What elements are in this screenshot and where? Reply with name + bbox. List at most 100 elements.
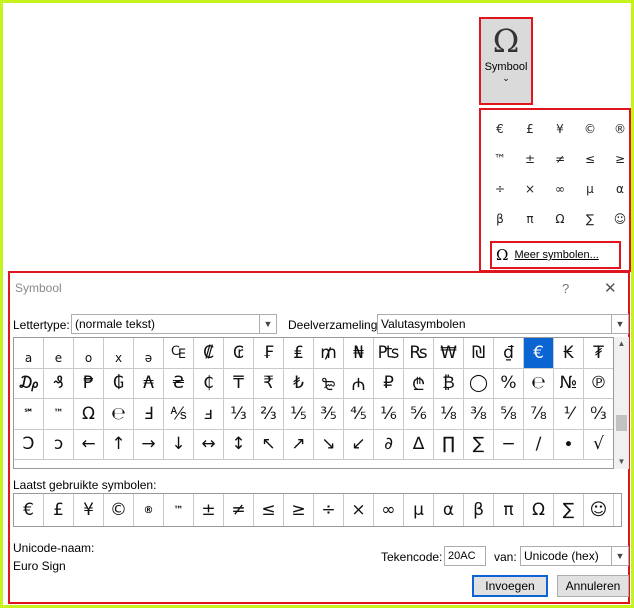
font-select[interactable]: (normale tekst) ▼ <box>71 314 277 334</box>
symbol-cell[interactable]: ₸ <box>224 368 254 399</box>
symbol-cell[interactable]: ₥ <box>314 338 344 369</box>
recent-symbol-cell[interactable]: © <box>104 494 134 526</box>
symbol-cell[interactable]: ⅗ <box>314 399 344 430</box>
symbol-cell[interactable]: ₮ <box>584 338 613 369</box>
gallery-symbol[interactable]: © <box>575 114 605 144</box>
symbol-cell[interactable]: a <box>14 338 44 369</box>
recent-symbol-cell[interactable]: ☺ <box>584 494 614 526</box>
symbol-cell[interactable]: ↙ <box>344 429 374 460</box>
symbol-cell[interactable]: ℮ <box>104 399 134 430</box>
symbol-cell[interactable]: ₿ <box>434 368 464 399</box>
gallery-symbol[interactable]: ¥ <box>545 114 575 144</box>
gallery-symbol[interactable]: £ <box>515 114 545 144</box>
symbol-cell[interactable]: ⅎ <box>194 399 224 430</box>
recent-symbol-cell[interactable]: α <box>434 494 464 526</box>
symbol-cell[interactable]: ⅜ <box>464 399 494 430</box>
recent-symbol-cell[interactable]: ≠ <box>224 494 254 526</box>
symbol-cell[interactable]: ₫ <box>494 338 524 369</box>
symbol-cell[interactable]: ⅚ <box>404 399 434 430</box>
gallery-symbol[interactable]: β <box>485 204 515 234</box>
symbol-cell[interactable]: ₲ <box>104 368 134 399</box>
symbol-cell[interactable]: ₱ <box>74 368 104 399</box>
symbol-cell[interactable]: ⅟ <box>554 399 584 430</box>
symbol-cell[interactable]: ↔ <box>194 429 224 460</box>
symbol-cell[interactable]: % <box>494 368 524 399</box>
symbol-cell[interactable]: ₧ <box>374 338 404 369</box>
symbol-cell[interactable]: ₣ <box>254 338 284 369</box>
gallery-symbol[interactable]: µ <box>575 174 605 204</box>
symbol-ribbon-button[interactable]: Ω Symbool ⌄ <box>479 17 533 105</box>
recent-symbol-cell[interactable]: ≥ <box>284 494 314 526</box>
symbol-cell[interactable]: Ↄ <box>14 429 44 460</box>
gallery-symbol[interactable]: α <box>605 174 634 204</box>
symbol-cell[interactable]: → <box>134 429 164 460</box>
cancel-button[interactable]: Annuleren <box>557 575 629 597</box>
symbol-cell[interactable]: ₯ <box>14 368 44 399</box>
close-icon[interactable]: ✕ <box>604 279 617 297</box>
symbol-cell[interactable]: ⅙ <box>374 399 404 430</box>
symbol-cell[interactable]: ₡ <box>194 338 224 369</box>
symbol-cell[interactable]: ⅝ <box>494 399 524 430</box>
symbol-cell[interactable]: ⅕ <box>284 399 314 430</box>
recent-symbol-cell[interactable]: ∑ <box>554 494 584 526</box>
symbol-cell[interactable]: ₢ <box>224 338 254 369</box>
recent-symbol-cell[interactable]: ™ <box>164 494 194 526</box>
gallery-symbol[interactable]: ÷ <box>485 174 515 204</box>
symbol-cell[interactable]: ₪ <box>464 338 494 369</box>
gallery-symbol[interactable]: Ω <box>545 204 575 234</box>
symbol-cell[interactable]: ₨ <box>404 338 434 369</box>
symbol-cell[interactable]: ∕ <box>524 429 554 460</box>
symbol-cell[interactable]: ⅞ <box>524 399 554 430</box>
symbol-cell[interactable]: Ω <box>74 399 104 430</box>
help-icon[interactable]: ? <box>562 281 569 296</box>
symbol-cell[interactable]: ₹ <box>254 368 284 399</box>
gallery-symbol[interactable]: ± <box>515 144 545 174</box>
symbol-cell[interactable]: x <box>104 338 134 369</box>
scroll-down-icon[interactable]: ▼ <box>614 455 629 469</box>
subset-select[interactable]: Valutasymbolen ▼ <box>377 314 629 334</box>
gallery-symbol[interactable]: ≠ <box>545 144 575 174</box>
symbol-cell[interactable]: ⅔ <box>254 399 284 430</box>
symbol-cell[interactable]: ₳ <box>134 368 164 399</box>
symbol-cell[interactable]: ↑ <box>104 429 134 460</box>
symbol-cell[interactable]: e <box>44 338 74 369</box>
gallery-symbol[interactable]: ∞ <box>545 174 575 204</box>
chevron-down-icon[interactable]: ▼ <box>611 315 628 333</box>
gallery-symbol[interactable]: × <box>515 174 545 204</box>
symbol-cell[interactable]: ← <box>74 429 104 460</box>
symbol-cell[interactable]: ↄ <box>44 429 74 460</box>
symbol-cell[interactable]: √ <box>584 430 613 460</box>
symbol-cell[interactable]: ə <box>134 338 164 369</box>
symbol-cell[interactable]: ₦ <box>344 338 374 369</box>
recent-symbol-cell[interactable]: Ω <box>524 494 554 526</box>
symbol-cell[interactable]: ↓ <box>164 429 194 460</box>
symbol-cell[interactable]: ₽ <box>374 368 404 399</box>
symbol-cell[interactable]: ∆ <box>404 429 434 460</box>
insert-button[interactable]: Invoegen <box>472 575 548 597</box>
symbol-cell[interactable]: ₰ <box>44 368 74 399</box>
symbol-cell[interactable]: ℮ <box>524 368 554 399</box>
symbol-cell[interactable]: ↘ <box>314 429 344 460</box>
symbol-cell[interactable]: ₵ <box>194 368 224 399</box>
symbol-cell[interactable]: ⅘ <box>344 399 374 430</box>
symbol-cell[interactable]: ⅛ <box>434 399 464 430</box>
gallery-symbol[interactable]: ∑ <box>575 204 605 234</box>
symbol-cell[interactable]: ∂ <box>374 429 404 460</box>
symbol-cell[interactable]: ∑ <box>464 429 494 460</box>
recent-symbol-cell[interactable]: µ <box>404 494 434 526</box>
symbol-cell[interactable]: Ⅎ <box>134 399 164 430</box>
symbol-cell[interactable]: № <box>554 368 584 399</box>
recent-symbol-cell[interactable]: ≤ <box>254 494 284 526</box>
scroll-up-icon[interactable]: ▲ <box>614 337 629 351</box>
recent-symbol-cell[interactable]: ¥ <box>74 494 104 526</box>
symbol-cell[interactable]: ™ <box>44 399 74 430</box>
recent-symbol-cell[interactable]: £ <box>44 494 74 526</box>
symbol-cell[interactable]: € <box>524 338 554 369</box>
more-symbols-button[interactable]: Ω Meer symbolen... <box>490 241 621 269</box>
chevron-down-icon[interactable]: ▼ <box>611 547 628 565</box>
symbol-cell[interactable]: − <box>494 429 524 460</box>
gallery-symbol[interactable]: ™ <box>485 144 515 174</box>
recent-symbol-cell[interactable]: ∞ <box>374 494 404 526</box>
symbol-cell[interactable]: ₤ <box>284 338 314 369</box>
gallery-symbol[interactable]: ≤ <box>575 144 605 174</box>
